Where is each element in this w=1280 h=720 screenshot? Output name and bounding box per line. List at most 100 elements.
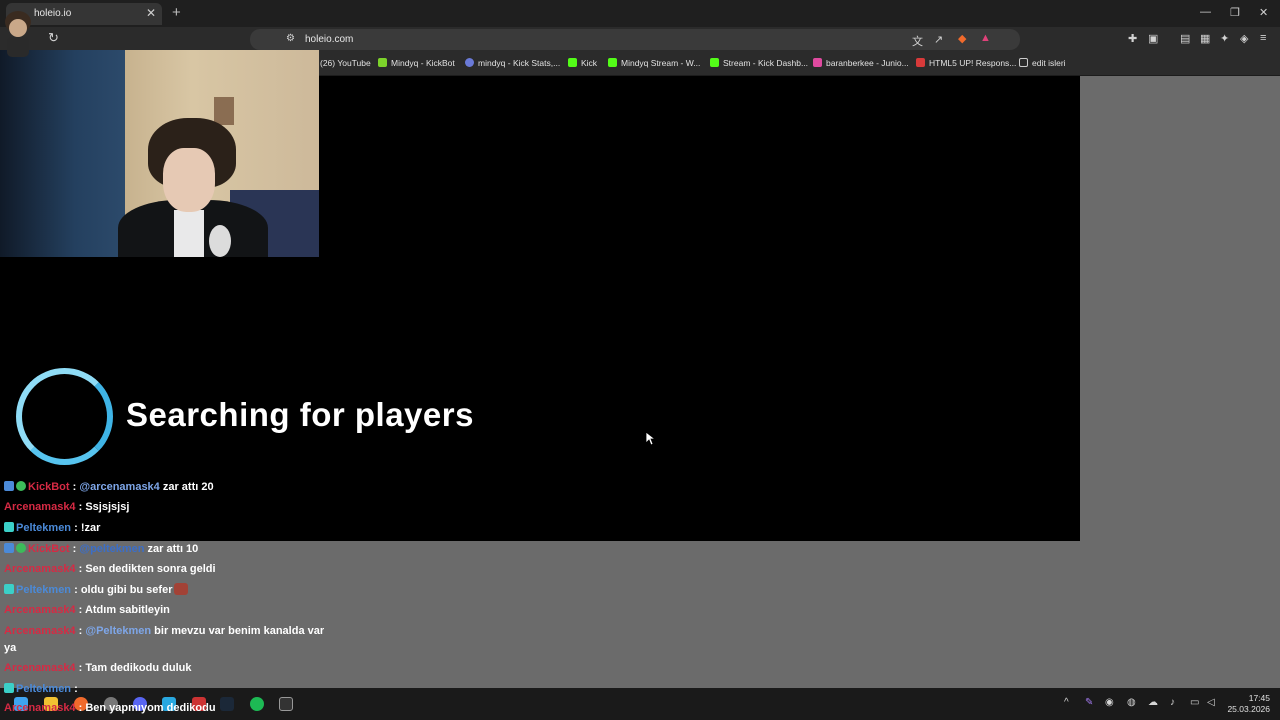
restore-icon[interactable]: ❐: [1230, 6, 1240, 19]
pen-icon[interactable]: ✎: [1085, 697, 1093, 708]
chat-username: Peltekmen: [16, 522, 72, 534]
menu-icon[interactable]: ≡: [1260, 32, 1266, 44]
reload-icon[interactable]: ↻: [48, 30, 59, 46]
system-clock[interactable]: 17:45 25.03.2026: [1227, 693, 1270, 715]
chat-username: Arcenamask4: [4, 563, 76, 575]
chat-message: KickBot : @peltekmen zar attı 10: [4, 543, 198, 555]
moderator-badge-icon: [4, 481, 14, 491]
chat-username: Arcenamask4: [4, 501, 76, 513]
chat-separator: :: [75, 662, 86, 674]
bookmark-kick[interactable]: Kick: [568, 58, 597, 68]
bookmark-kickbot[interactable]: Mindyq - KickBot: [378, 58, 455, 68]
browser-toolbar: ↻ ▯ ⚙ holeio.com 文 ↗ ◆ ▲ ✚ ▣ ▤ ▦ ✦ ◈ ≡: [0, 27, 1280, 52]
kickbot-icon: [378, 58, 387, 67]
steam-icon[interactable]: [220, 697, 234, 711]
chat-separator: :: [69, 543, 80, 555]
html5up-icon: [916, 58, 925, 67]
bookmark-mindyq-stream[interactable]: Mindyq Stream - W...: [608, 58, 700, 68]
network-icon[interactable]: ▭: [1190, 697, 1199, 708]
clock-date: 25.03.2026: [1227, 704, 1270, 714]
chat-mention: @arcenamask4: [79, 481, 160, 493]
bookmark-label: (26) YouTube: [320, 58, 371, 68]
folder-icon: [1019, 58, 1028, 67]
chat-separator: :: [75, 501, 86, 513]
chat-text: Atdım sabitleyin: [84, 604, 170, 616]
subscriber-badge-icon: [4, 683, 14, 693]
chat-separator: :: [75, 604, 85, 616]
chat-mention: @Peltekmen: [85, 625, 152, 637]
chat-text: Sen dedikten sonra geldi: [85, 563, 216, 575]
kick-icon: [710, 58, 719, 67]
cloud-icon[interactable]: ☁: [1148, 697, 1158, 708]
chat-separator: :: [75, 702, 86, 714]
bookmark-kick-dashboard[interactable]: Stream - Kick Dashb...: [710, 58, 808, 68]
vpn-icon[interactable]: ◈: [1240, 32, 1248, 45]
bookmark-kick-stats[interactable]: mindyq - Kick Stats,...: [465, 58, 560, 68]
chat-separator: :: [71, 522, 81, 534]
chat-message: Peltekmen : oldu gibi bu sefer: [4, 583, 189, 596]
chat-mention: @peltekmen: [79, 543, 145, 555]
chat-text: ya: [4, 642, 17, 654]
chat-text: zar attı 10: [144, 543, 199, 555]
discord-tray-icon[interactable]: ◉: [1105, 697, 1114, 708]
close-icon[interactable]: ✕: [146, 6, 156, 20]
rewards-icon[interactable]: ▲: [980, 32, 991, 44]
close-window-icon[interactable]: ✕: [1259, 6, 1268, 19]
webcam-person-shirt: [174, 210, 204, 257]
chat-username: Arcenamask4: [4, 625, 76, 637]
bookmark-label: edit isleri: [1032, 58, 1066, 68]
bookmark-folder-edit[interactable]: edit isleri: [1019, 58, 1066, 68]
spotify-icon[interactable]: [250, 697, 264, 711]
chat-separator: :: [75, 625, 86, 637]
volume-icon[interactable]: ◁: [1207, 697, 1215, 708]
plus-icon[interactable]: +: [172, 4, 181, 21]
subscriber-badge-icon: [4, 584, 14, 594]
chat-message: KickBot : @arcenamask4 zar attı 20: [4, 481, 214, 493]
chat-username: Arcenamask4: [4, 702, 76, 714]
chat-message-continuation: ya: [4, 642, 16, 654]
clock-time: 17:45: [1248, 693, 1270, 703]
moderator-badge-icon: [4, 543, 14, 553]
bookmark-label: Kick: [581, 58, 598, 68]
wallet-icon[interactable]: ▣: [1148, 32, 1158, 45]
share-icon[interactable]: ↗: [934, 33, 943, 46]
chevron-up-icon[interactable]: ^: [1064, 697, 1069, 708]
bookmark-label: Stream - Kick Dashb...: [723, 58, 809, 68]
streamer-avatar: [5, 11, 31, 57]
bookmark-label: Mindyq Stream - W...: [621, 58, 701, 68]
behance-icon: [813, 58, 822, 67]
minimize-icon[interactable]: —: [1200, 6, 1211, 18]
chat-text: !zar: [80, 522, 101, 534]
bookmark-youtube[interactable]: (26) YouTube: [320, 58, 371, 68]
mouse-cursor-icon: [645, 431, 655, 446]
chat-message: Arcenamask4 : Tam dedikodu duluk: [4, 662, 191, 674]
chat-text: zar attı 20: [159, 481, 214, 493]
epic-games-icon[interactable]: [279, 697, 293, 711]
webcam-curtain: [0, 50, 125, 257]
translate-icon[interactable]: 文: [912, 33, 923, 49]
site-settings-icon[interactable]: ⚙: [286, 33, 295, 44]
leo-icon[interactable]: ✦: [1220, 32, 1229, 45]
chat-message: Arcenamask4 : Ssjsjsjsj: [4, 501, 129, 513]
verified-badge-icon: [16, 481, 26, 491]
extensions-icon[interactable]: ✚: [1128, 32, 1137, 45]
bookmark-baranberkee[interactable]: baranberkee - Junio...: [813, 58, 909, 68]
chat-message: Arcenamask4 : Sen dedikten sonra geldi: [4, 563, 216, 575]
brave-shield-icon[interactable]: ◆: [958, 32, 966, 45]
chat-username: Peltekmen: [16, 584, 72, 596]
address-bar[interactable]: ⚙ holeio.com 文 ↗ ◆ ▲: [250, 29, 1020, 50]
kick-icon: [608, 58, 617, 67]
tabs-icon[interactable]: ▦: [1200, 32, 1210, 45]
sidebar-icon[interactable]: ▤: [1180, 32, 1190, 45]
chat-username: Peltekmen: [16, 683, 72, 695]
bookmark-html5up[interactable]: HTML5 UP! Respons...: [916, 58, 1016, 68]
steam-tray-icon[interactable]: ◍: [1127, 697, 1136, 708]
microphone-icon[interactable]: ♪: [1170, 697, 1175, 708]
chat-message: Peltekmen : !zar: [4, 522, 100, 534]
windows-taskbar: Arcenamask4 : Ben yapmıyom dedikodu Pelt…: [0, 683, 1280, 720]
chat-message: Peltekmen :: [4, 683, 78, 695]
bookmark-label: baranberkee - Junio...: [826, 58, 909, 68]
webcam-wall-frame: [214, 97, 234, 125]
verified-badge-icon: [16, 543, 26, 553]
subscriber-badge-icon: [4, 522, 14, 532]
